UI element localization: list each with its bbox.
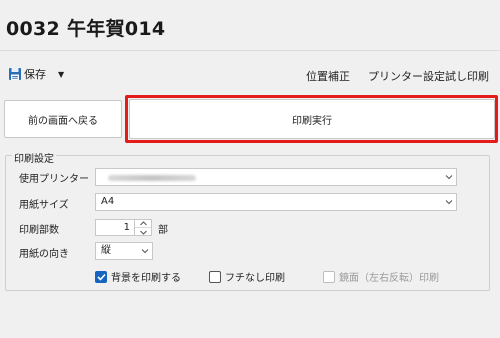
chevron-down-icon (445, 200, 453, 205)
position-correction-link[interactable]: 位置補正 (306, 68, 350, 84)
printer-select[interactable] (95, 168, 457, 186)
copies-input[interactable]: 1 (95, 219, 135, 236)
mirror-print-label: 鏡面（左右反転）印刷 (339, 273, 439, 284)
back-button[interactable]: 前の画面へ戻る (4, 100, 122, 138)
title-divider (0, 50, 500, 51)
save-button[interactable]: 保存 ▼ (8, 65, 64, 83)
caret-down-icon[interactable]: ▼ (58, 70, 64, 79)
copies-unit: 部 (158, 225, 168, 236)
paper-size-value: A4 (101, 196, 115, 207)
decrement-button[interactable] (135, 228, 151, 236)
orientation-select[interactable]: 縦 (95, 242, 153, 260)
orientation-label: 用紙の向き (19, 249, 69, 260)
paper-size-select[interactable]: A4 (95, 193, 457, 211)
checkbox-empty-icon (209, 270, 221, 283)
borderless-print-label: フチなし印刷 (225, 273, 285, 284)
print-background-label: 背景を印刷する (111, 273, 181, 284)
borderless-print-checkbox[interactable]: フチなし印刷 (209, 269, 285, 284)
checkbox-empty-icon (323, 270, 335, 283)
chevron-up-icon (139, 221, 147, 226)
save-icon (8, 67, 22, 81)
printer-label: 使用プリンター (19, 174, 89, 185)
test-print-link[interactable]: 試し印刷 (445, 68, 489, 84)
print-settings-legend: 印刷設定 (12, 150, 56, 165)
orientation-value: 縦 (101, 245, 111, 256)
print-background-checkbox[interactable]: 背景を印刷する (95, 269, 181, 284)
page-title: 0032 午年賀014 (6, 18, 166, 40)
toolbar: 保存 ▼ 位置補正 プリンター設定 試し印刷 (0, 62, 500, 86)
mirror-print-checkbox: 鏡面（左右反転）印刷 (323, 269, 439, 284)
printer-name-redacted (108, 175, 196, 181)
paper-size-label: 用紙サイズ (19, 200, 69, 211)
chevron-down-icon (139, 230, 147, 235)
checkbox-checked-icon (95, 270, 107, 283)
increment-button[interactable] (135, 220, 151, 228)
save-label: 保存 (24, 68, 46, 81)
copies-stepper (135, 219, 152, 236)
print-execute-button[interactable]: 印刷実行 (129, 99, 495, 139)
copies-label: 印刷部数 (19, 225, 59, 236)
chevron-down-icon (445, 175, 453, 180)
printer-settings-link[interactable]: プリンター設定 (368, 68, 445, 84)
chevron-down-icon (141, 249, 149, 254)
